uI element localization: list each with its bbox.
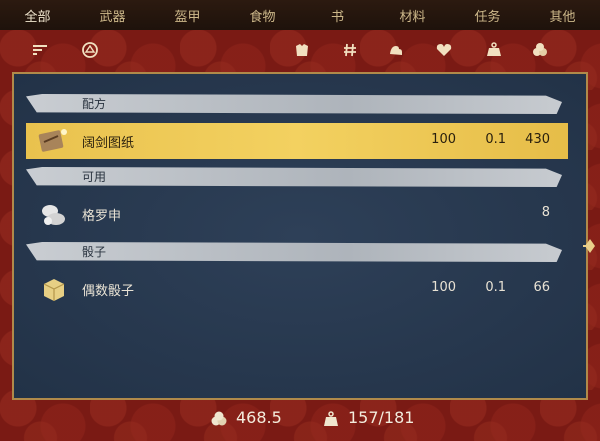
inventory-row-grosh[interactable]: 格罗申 8 bbox=[26, 196, 568, 232]
sort-icon[interactable] bbox=[30, 40, 50, 60]
blueprint-icon bbox=[36, 126, 70, 156]
inventory-row-even-dice[interactable]: 偶数骰子 100 0.1 66 bbox=[26, 271, 568, 307]
carry-weight-icon bbox=[322, 411, 340, 427]
hash-icon[interactable] bbox=[340, 40, 360, 60]
tab-all[interactable]: 全部 bbox=[0, 6, 75, 25]
equip-filter-icon[interactable] bbox=[80, 40, 100, 60]
strength-icon[interactable] bbox=[386, 40, 406, 60]
heart-icon[interactable] bbox=[434, 40, 454, 60]
section-header-usable: 可用 bbox=[26, 167, 562, 187]
coin-pouch-icon bbox=[36, 199, 70, 229]
section-header-recipe: 配方 bbox=[26, 94, 562, 114]
money-amount: 468.5 bbox=[236, 408, 282, 427]
coins-icon[interactable] bbox=[530, 40, 550, 60]
item-value-col1: 100 bbox=[431, 132, 456, 147]
tab-books[interactable]: 书 bbox=[300, 6, 375, 25]
tab-weapons[interactable]: 武器 bbox=[75, 6, 150, 25]
dice-icon bbox=[36, 274, 70, 304]
item-value-col3: 66 bbox=[533, 280, 550, 295]
money-coins-icon bbox=[210, 411, 228, 427]
inventory-list-panel bbox=[12, 72, 588, 400]
item-value-col2: 0.1 bbox=[485, 132, 506, 147]
weight-icon[interactable] bbox=[484, 40, 504, 60]
tab-materials[interactable]: 材料 bbox=[375, 6, 450, 25]
section-header-dice: 骰子 bbox=[26, 242, 562, 262]
tab-armor[interactable]: 盔甲 bbox=[150, 6, 225, 25]
item-value-col1: 100 bbox=[431, 280, 456, 295]
inventory-row-broadsword-blueprint[interactable]: 阔剑图纸 100 0.1 430 bbox=[26, 123, 568, 159]
item-value-col3: 430 bbox=[525, 132, 550, 147]
item-name: 偶数骰子 bbox=[82, 284, 135, 299]
item-value-col3: 8 bbox=[541, 205, 550, 220]
carry-weight-value: 157/181 bbox=[348, 408, 415, 427]
item-value-col2: 0.1 bbox=[485, 280, 506, 295]
tab-food[interactable]: 食物 bbox=[225, 6, 300, 25]
armor-icon[interactable] bbox=[292, 40, 312, 60]
scroll-arrow-icon[interactable] bbox=[583, 236, 597, 256]
tab-other[interactable]: 其他 bbox=[525, 6, 600, 25]
item-name: 格罗申 bbox=[82, 209, 122, 224]
category-tab-bar: 全部 武器 盔甲 食物 书 材料 任务 其他 bbox=[0, 0, 600, 30]
tab-quests[interactable]: 任务 bbox=[450, 6, 525, 25]
item-name: 阔剑图纸 bbox=[82, 136, 135, 151]
